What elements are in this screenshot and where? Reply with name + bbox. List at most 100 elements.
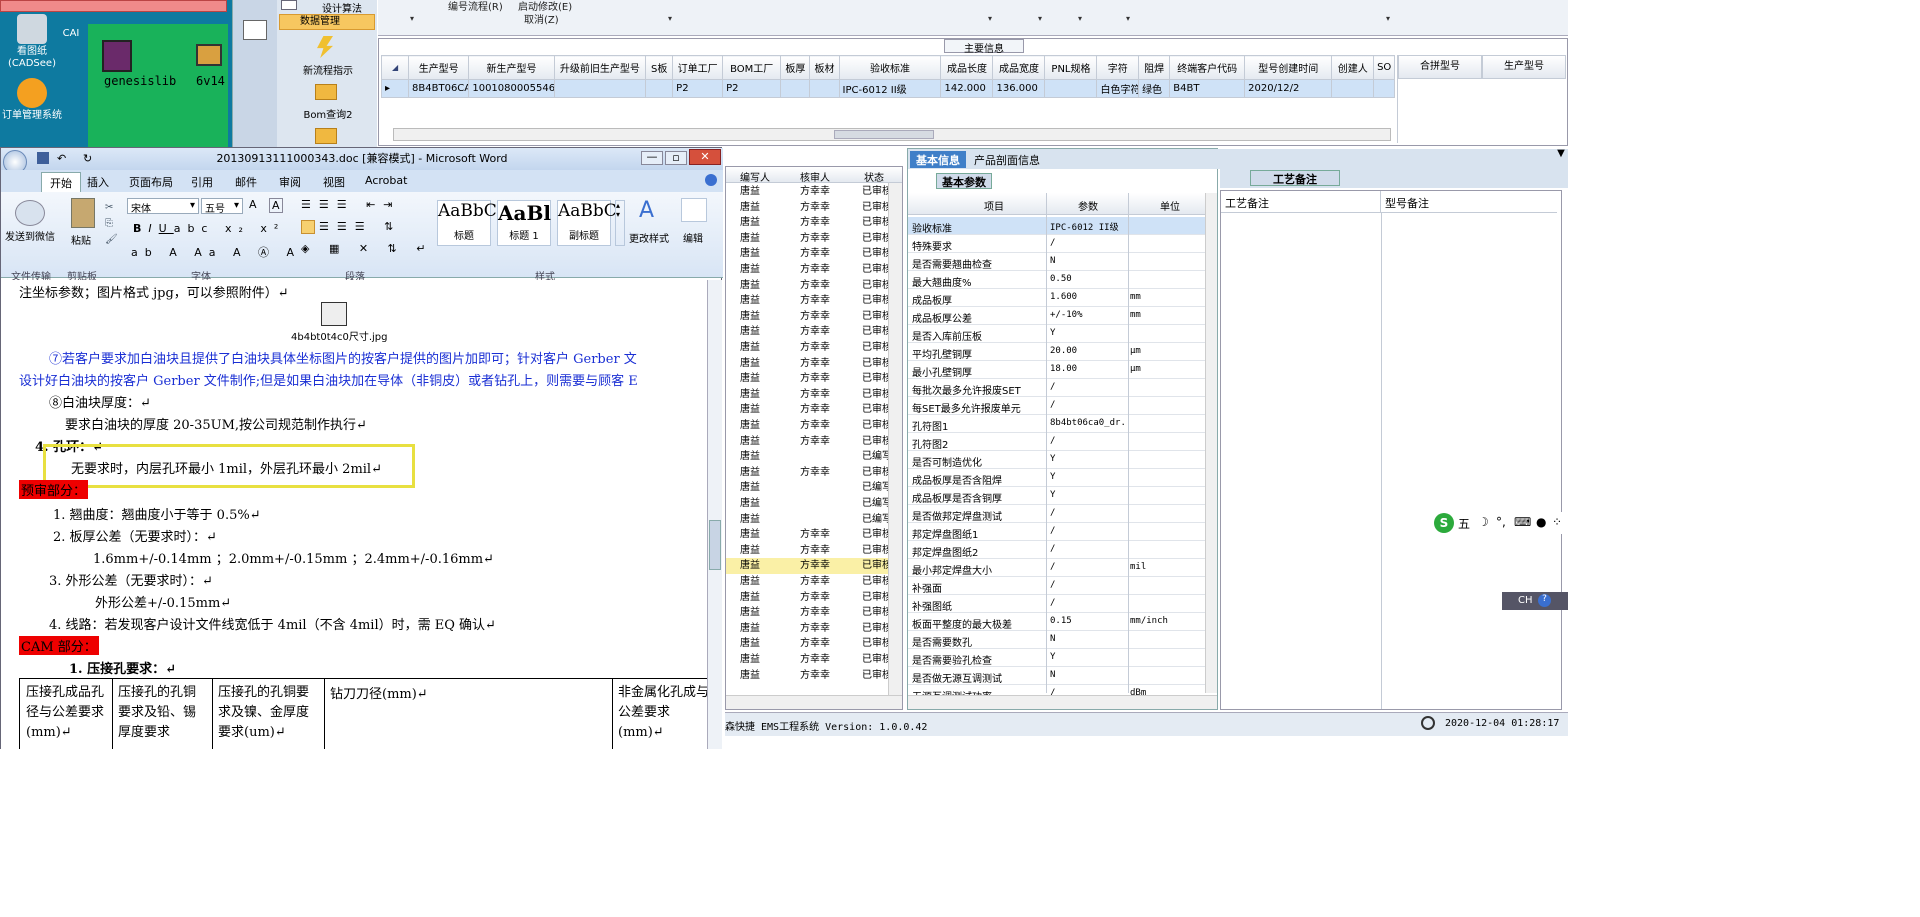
list-vscroll[interactable]	[888, 183, 902, 695]
main-col-header[interactable]: 成品宽度	[992, 55, 1046, 80]
style-subtitle[interactable]: AaBbC 副标题	[557, 200, 617, 246]
param-row[interactable]: 是否需要验孔检查 Y	[908, 649, 1208, 667]
main-col-header[interactable]: S板	[645, 55, 674, 80]
main-cell[interactable]: 2020/12/2	[1244, 79, 1333, 98]
main-cell[interactable]	[1373, 79, 1395, 98]
list-row[interactable]: 唐益 方幸幸 已审核	[726, 215, 898, 231]
main-cell[interactable]: B4BT	[1169, 79, 1246, 98]
col-combined-model[interactable]: 合拼型号	[1398, 55, 1482, 79]
list-row[interactable]: 唐益 方幸幸 已审核	[726, 527, 898, 543]
main-grid-scrollbar[interactable]	[393, 128, 1391, 141]
param-row[interactable]: 特殊要求 /	[908, 235, 1208, 253]
param-row[interactable]: 最大翘曲度% 0.50	[908, 271, 1208, 289]
chevron-down-icon[interactable]: ▾	[1078, 14, 1082, 23]
param-row[interactable]: 板面平整度的最大极差 0.15 mm/inch	[908, 613, 1208, 631]
apps-icon[interactable]: ⁘	[1552, 515, 1562, 529]
param-row[interactable]: 成品板厚公差 +/-10% mm	[908, 307, 1208, 325]
document-body[interactable]: 注坐标参数；图片格式 jpg，可以参照附件）↵ 4b4bt0t4c0尺寸.jpg…	[1, 280, 707, 749]
nav-bom-query2[interactable]: Bom查询2	[283, 106, 373, 121]
main-col-header[interactable]: 新生产型号	[468, 55, 555, 80]
clear-format-icon[interactable]: A	[269, 198, 283, 213]
genesislib-label[interactable]: genesislib	[104, 74, 176, 88]
main-cell[interactable]	[645, 79, 674, 98]
ribbon-tab[interactable]: 审阅	[279, 174, 301, 190]
desktop-icon-cai[interactable]: CAI	[56, 28, 86, 40]
document-vscroll[interactable]	[707, 280, 722, 749]
user-icon[interactable]: ●	[1536, 515, 1546, 529]
redo-icon[interactable]: ↻	[83, 148, 92, 170]
desktop-icon-order-system[interactable]: 订单管理系统	[2, 78, 62, 122]
desktop-icon-cadsee[interactable]: 看图纸 (CADSee)	[2, 14, 62, 70]
chevron-down-icon[interactable]: ▾	[668, 14, 672, 23]
param-row[interactable]: 是否入库前压板 Y	[908, 325, 1208, 343]
shading-buttons[interactable]: ◈ ▦ ✕ ⇅ ↵	[301, 242, 434, 255]
chevron-down-icon[interactable]: ▾	[1038, 14, 1042, 23]
ribbon-tab[interactable]: 开始	[41, 172, 81, 193]
nav-data-management[interactable]: 数据管理	[279, 14, 375, 30]
list-row[interactable]: 唐益 方幸幸 已审核	[726, 200, 898, 216]
main-cell[interactable]	[809, 79, 840, 98]
menu-cancel[interactable]: 取消(Z)	[524, 11, 559, 26]
list-row[interactable]: 唐益 方幸幸 已审核	[726, 231, 898, 247]
font-format-buttons[interactable]: BIUabc x₂ x²	[133, 222, 285, 235]
list-row[interactable]: 唐益 方幸幸 已审核	[726, 621, 898, 637]
clipboard-tools[interactable]: ✂ ⎘ 🖌	[105, 200, 118, 248]
main-cell[interactable]	[553, 79, 647, 98]
col-param[interactable]: 参数	[1078, 198, 1098, 213]
col-unit[interactable]: 单位	[1160, 198, 1180, 213]
param-row[interactable]: 是否做无源互调测试 N	[908, 667, 1208, 685]
ime-mode-label[interactable]: 五	[1458, 515, 1470, 532]
param-row[interactable]: 成品板厚 1.600 mm	[908, 289, 1208, 307]
list-row[interactable]: 唐益 方幸幸 已审核	[726, 184, 898, 200]
main-cell[interactable]: 142.000	[940, 79, 994, 98]
list-row[interactable]: 唐益 方幸幸 已审核	[726, 434, 898, 450]
list-row[interactable]: 唐益 方幸幸 已审核	[726, 636, 898, 652]
list-row[interactable]: 唐益 方幸幸 已审核	[726, 605, 898, 621]
font-color-buttons[interactable]: ab A Aa A Ⓐ A	[131, 244, 301, 260]
tab-basic-info[interactable]: 基本信息	[910, 151, 966, 168]
list-row[interactable]: 唐益 方幸幸 已审核	[726, 309, 898, 325]
col-writer[interactable]: 编写人	[740, 169, 770, 184]
save-icon[interactable]	[37, 152, 49, 164]
scroll-thumb[interactable]	[709, 520, 721, 570]
col-process-remark[interactable]: 工艺备注	[1221, 191, 1381, 213]
list-row[interactable]: 唐益 方幸幸 已审核	[726, 356, 898, 372]
ime-toolbar[interactable]: S 五 ☽ °, ⌨ ● ⁘	[1432, 512, 1568, 534]
style-heading1[interactable]: AaBl 标题 1	[497, 200, 551, 246]
param-row[interactable]: 邦定焊盘图纸1 /	[908, 523, 1208, 541]
font-size-select[interactable]: 五号 ▾	[201, 198, 243, 215]
main-cell[interactable]: 绿色	[1138, 79, 1171, 98]
param-row[interactable]: 邦定焊盘图纸2 /	[908, 541, 1208, 559]
restore-icon[interactable]: ▫	[665, 151, 687, 165]
chevron-down-icon[interactable]: ▾	[988, 14, 992, 23]
paste-button[interactable]: 粘贴	[71, 232, 91, 247]
style-title[interactable]: AaBbC 标题	[437, 200, 497, 246]
main-cell[interactable]: P2	[672, 79, 724, 98]
main-cell[interactable]: P2	[722, 79, 782, 98]
punct-icon[interactable]: °,	[1496, 515, 1506, 529]
param-row[interactable]: 是否需要数孔 N	[908, 631, 1208, 649]
list-row[interactable]: 唐益 已编写	[726, 480, 898, 496]
main-col-header[interactable]: 订单工厂	[672, 55, 724, 80]
param-row[interactable]: 是否可制造优化 Y	[908, 451, 1208, 469]
list-row[interactable]: 唐益 方幸幸 已审核	[726, 246, 898, 262]
param-row[interactable]: 验收标准 IPC-6012 II级	[908, 217, 1208, 235]
font-grow-icon[interactable]: A	[249, 198, 257, 211]
menu-numbering-flow[interactable]: 编号流程(R)	[448, 0, 503, 13]
ribbon-tab[interactable]: Acrobat	[365, 174, 407, 187]
list-row[interactable]: 唐益 方幸幸 已审核	[726, 574, 898, 590]
main-col-header[interactable]: 升级前旧生产型号	[553, 55, 647, 80]
main-cell[interactable]: 136.000	[992, 79, 1046, 98]
param-row[interactable]: 是否做邦定焊盘测试 /	[908, 505, 1208, 523]
list-row[interactable]: 唐益 方幸幸 已审核	[726, 340, 898, 356]
main-cell[interactable]	[1044, 79, 1098, 98]
attachment-filename[interactable]: 4b4bt0t4c0尺寸.jpg	[291, 328, 388, 343]
param-row[interactable]: 补强图纸 /	[908, 595, 1208, 613]
list-hscroll[interactable]	[726, 695, 902, 709]
main-cell[interactable]: 白色字符	[1096, 79, 1140, 98]
main-col-header[interactable]: 验收标准	[838, 55, 942, 80]
list-buttons[interactable]: ☰☰☰ ⇤⇥	[301, 198, 401, 211]
param-row[interactable]: 每SET最多允许报废单元 /	[908, 397, 1208, 415]
param-hscroll[interactable]	[908, 695, 1217, 709]
keyboard-icon[interactable]: ⌨	[1514, 515, 1531, 529]
